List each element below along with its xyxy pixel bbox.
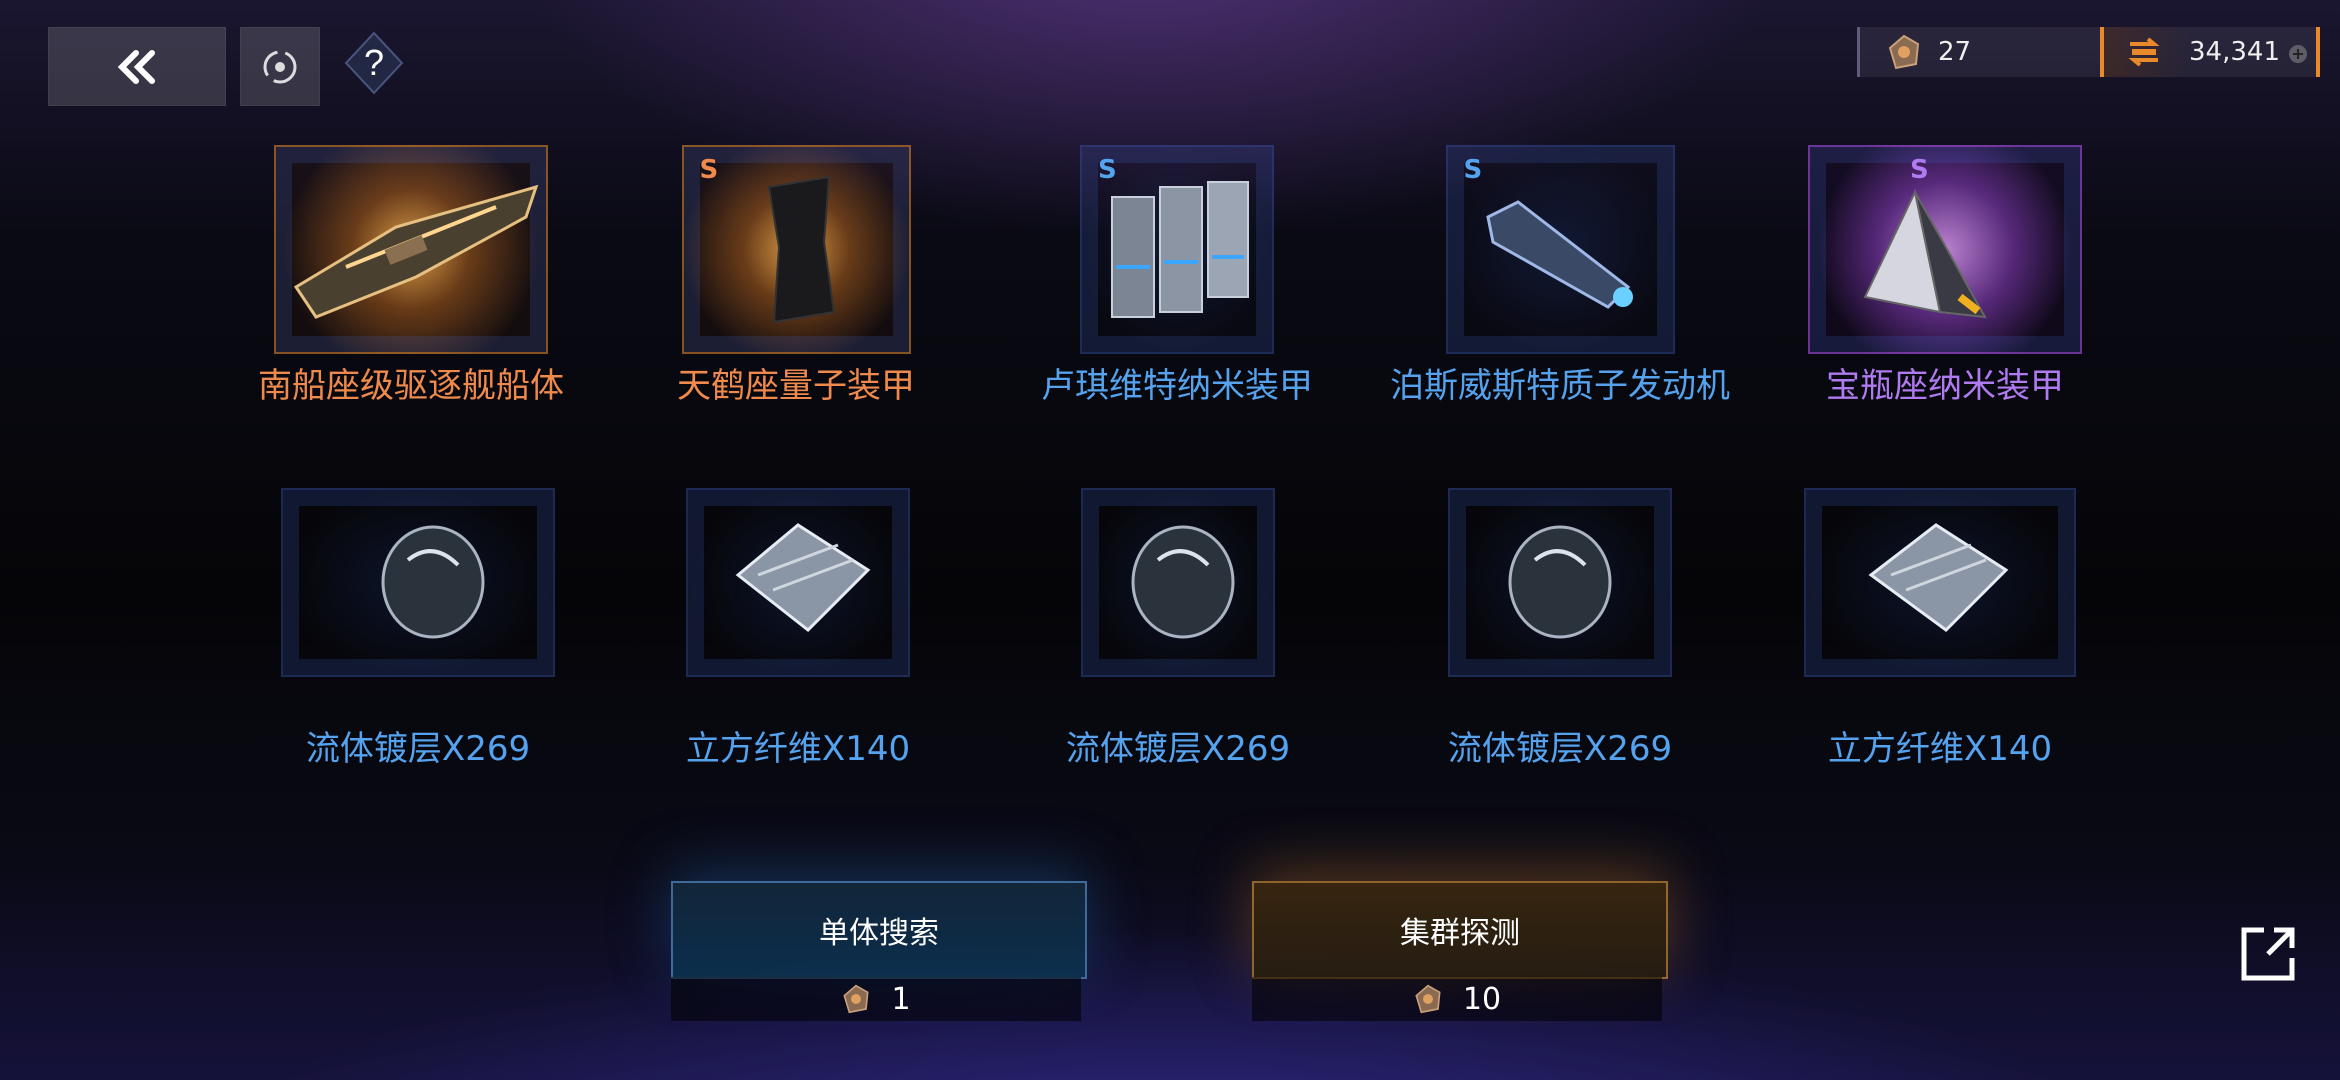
credit-balance: 34,341	[2100, 27, 2320, 77]
material-item[interactable]: 立方纤维X140	[1750, 488, 2130, 770]
reward-name: 泊斯威斯特质子发动机	[1390, 366, 1730, 406]
reward-frame: S	[1808, 145, 2082, 354]
tier-badge: S	[699, 155, 719, 185]
reward-frame: S	[681, 145, 911, 354]
material-name: 流体镀层X269	[1065, 729, 1291, 769]
add-currency-icon[interactable]	[2288, 44, 2308, 64]
reward-frame	[274, 145, 548, 354]
reward-name: 卢琪维特纳米装甲	[1041, 366, 1313, 406]
reward-name: 宝瓶座纳米装甲	[1826, 366, 2064, 406]
reward-name: 南船座级驱逐舰船体	[258, 366, 564, 406]
token-balance: 27	[1857, 27, 2100, 77]
cycle-button[interactable]	[240, 27, 320, 106]
material-name: 流体镀层X269	[305, 729, 531, 769]
reward-name: 天鹤座量子装甲	[677, 366, 915, 406]
svg-text:?: ?	[364, 42, 384, 83]
material-frame	[686, 488, 910, 677]
material-item[interactable]: 流体镀层X269	[988, 488, 1368, 770]
reward-item[interactable]: S 泊斯威斯特质子发动机	[1370, 145, 1750, 404]
material-name: 流体镀层X269	[1447, 729, 1673, 769]
material-frame	[1804, 488, 2076, 677]
reward-item[interactable]: S 卢琪维特纳米装甲	[987, 145, 1367, 404]
tier-badge: S	[1910, 155, 1929, 185]
cubic-fiber-icon	[1868, 523, 2009, 632]
material-frame	[1081, 488, 1275, 677]
material-item[interactable]: 立方纤维X140	[608, 488, 988, 770]
fluid-coating-icon	[381, 525, 485, 639]
cluster-detect-cost: 10	[1252, 977, 1662, 1021]
pyramid-armor-icon	[1863, 188, 1987, 319]
tier-badge: S	[1463, 155, 1483, 185]
destroyer-hull-icon	[293, 184, 539, 319]
back-button[interactable]	[48, 27, 226, 106]
cubic-fiber-icon	[735, 523, 871, 633]
tier-badge: S	[1098, 155, 1117, 185]
reward-frame: S	[1445, 145, 1675, 354]
cluster-detect-button[interactable]: 集群探测	[1252, 881, 1668, 979]
share-button[interactable]	[2238, 924, 2298, 984]
material-frame	[1448, 488, 1672, 677]
token-value: 27	[1938, 37, 1972, 67]
token-icon	[1415, 984, 1441, 1014]
cluster-detect-cost-value: 10	[1462, 981, 1502, 1017]
material-name: 立方纤维X140	[685, 729, 911, 769]
single-search-label: 单体搜索	[819, 916, 939, 951]
single-search-cost-value: 1	[891, 981, 911, 1017]
cycle-icon	[263, 50, 297, 83]
help-button[interactable]: ?	[342, 31, 406, 95]
reward-frame: S	[1080, 145, 1274, 354]
reward-item[interactable]: S 宝瓶座纳米装甲	[1755, 145, 2135, 404]
cluster-detect-label: 集群探测	[1400, 916, 1520, 951]
credits-icon	[2128, 37, 2160, 67]
reward-item[interactable]: 南船座级驱逐舰船体	[221, 145, 601, 404]
single-search-button[interactable]: 单体搜索	[671, 881, 1087, 979]
reward-item[interactable]: S 天鹤座量子装甲	[606, 145, 986, 404]
token-icon	[843, 984, 870, 1014]
help-icon: ?	[344, 31, 404, 95]
fluid-coating-icon	[1131, 525, 1235, 639]
fluid-coating-icon	[1508, 525, 1612, 639]
material-name: 立方纤维X140	[1827, 729, 2053, 769]
material-item[interactable]: 流体镀层X269	[228, 488, 608, 770]
single-search-cost: 1	[671, 977, 1081, 1021]
material-frame	[281, 488, 555, 677]
share-icon	[2241, 927, 2295, 981]
material-item[interactable]: 流体镀层X269	[1370, 488, 1750, 770]
double-chevron-left-icon	[117, 49, 155, 84]
token-icon	[1888, 34, 1920, 70]
credit-value: 34,341	[2189, 37, 2280, 67]
